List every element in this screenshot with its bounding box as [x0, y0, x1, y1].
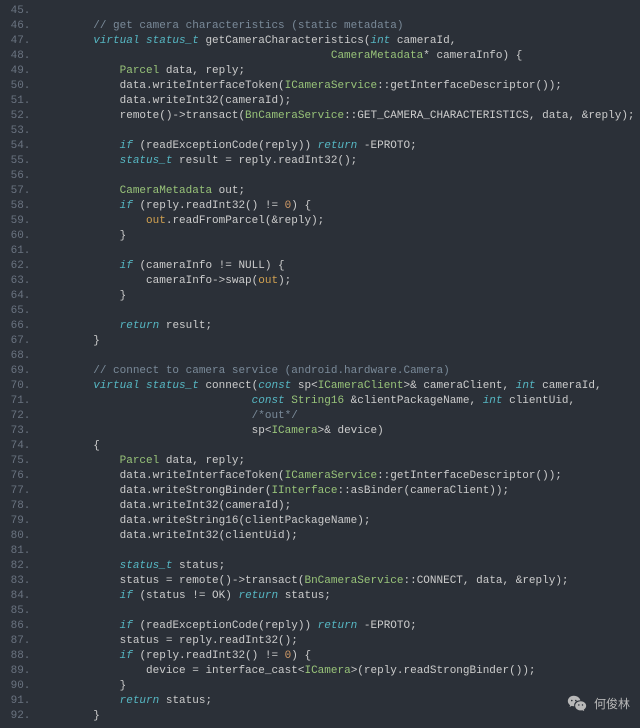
code-line: if (readExceptionCode(reply)) return -EP… — [40, 139, 640, 154]
code-line: // get camera characteristics (static me… — [40, 19, 640, 34]
code-line: } — [40, 229, 640, 244]
code-line: } — [40, 709, 640, 724]
code-line: status_t status; — [40, 559, 640, 574]
code-line: out.readFromParcel(&reply); — [40, 214, 640, 229]
code-line: // connect to camera service (android.ha… — [40, 364, 640, 379]
code-line: if (reply.readInt32() != 0) { — [40, 649, 640, 664]
code-line: if (cameraInfo != NULL) { — [40, 259, 640, 274]
code-line: data.writeInterfaceToken(ICameraService:… — [40, 79, 640, 94]
code-line — [40, 544, 640, 559]
code-line: status_t result = reply.readInt32(); — [40, 154, 640, 169]
code-line: const String16 &clientPackageName, int c… — [40, 394, 640, 409]
code-line: sp<ICamera>& device) — [40, 424, 640, 439]
code-line: Parcel data, reply; — [40, 64, 640, 79]
code-line: return result; — [40, 319, 640, 334]
code-line: status = remote()->transact(BnCameraServ… — [40, 574, 640, 589]
code-line — [40, 169, 640, 184]
code-line — [40, 244, 640, 259]
code-line: if (status != OK) return status; — [40, 589, 640, 604]
code-area[interactable]: // get camera characteristics (static me… — [40, 0, 640, 728]
code-line: status = reply.readInt32(); — [40, 634, 640, 649]
code-line: { — [40, 439, 640, 454]
code-line: CameraMetadata out; — [40, 184, 640, 199]
code-line: return status; — [40, 694, 640, 709]
code-line: cameraInfo->swap(out); — [40, 274, 640, 289]
wechat-icon — [566, 693, 588, 715]
code-line: device = interface_cast<ICamera>(reply.r… — [40, 664, 640, 679]
code-line — [40, 349, 640, 364]
code-line: } — [40, 334, 640, 349]
code-line — [40, 604, 640, 619]
code-line: virtual status_t getCameraCharacteristic… — [40, 34, 640, 49]
code-line: virtual status_t connect(const sp<ICamer… — [40, 379, 640, 394]
code-editor[interactable]: 45. 46. 47. 48. 49. 50. 51. 52. 53. 54. … — [0, 0, 640, 728]
code-line: data.writeInt32(cameraId); — [40, 499, 640, 514]
code-line: } — [40, 289, 640, 304]
line-number-gutter: 45. 46. 47. 48. 49. 50. 51. 52. 53. 54. … — [0, 0, 40, 728]
code-line: } — [40, 679, 640, 694]
code-line: data.writeInterfaceToken(ICameraService:… — [40, 469, 640, 484]
code-line: Parcel data, reply; — [40, 454, 640, 469]
watermark-text: 何俊林 — [594, 697, 630, 712]
code-line — [40, 124, 640, 139]
code-line — [40, 304, 640, 319]
watermark: 何俊林 — [566, 693, 630, 715]
code-line — [40, 4, 640, 19]
code-line: CameraMetadata* cameraInfo) { — [40, 49, 640, 64]
code-line: if (readExceptionCode(reply)) return -EP… — [40, 619, 640, 634]
code-line: data.writeInt32(cameraId); — [40, 94, 640, 109]
code-line: data.writeStrongBinder(IInterface::asBin… — [40, 484, 640, 499]
code-line: data.writeInt32(clientUid); — [40, 529, 640, 544]
code-line: data.writeString16(clientPackageName); — [40, 514, 640, 529]
code-line: if (reply.readInt32() != 0) { — [40, 199, 640, 214]
code-line: remote()->transact(BnCameraService::GET_… — [40, 109, 640, 124]
code-line: /*out*/ — [40, 409, 640, 424]
